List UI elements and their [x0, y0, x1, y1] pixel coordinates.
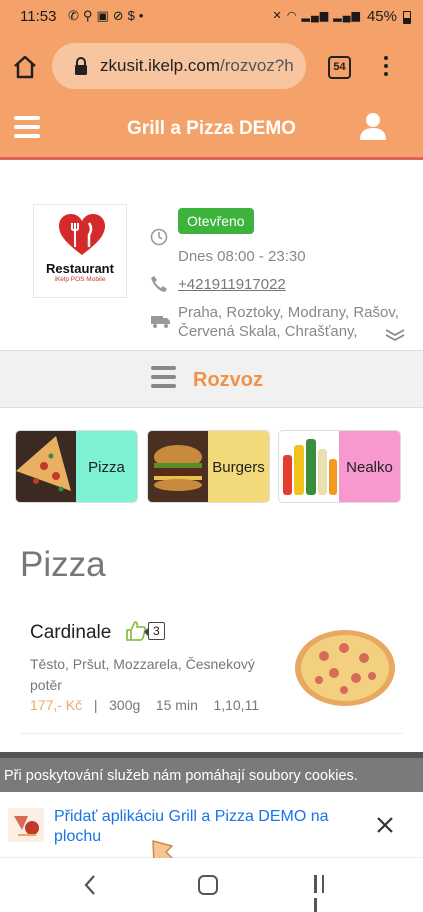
close-icon[interactable] [374, 814, 396, 836]
phone-icon [151, 276, 167, 292]
product-image[interactable] [294, 628, 396, 708]
heart-icon [59, 214, 105, 255]
system-navigation-bar [0, 858, 423, 912]
product-price: 177,- Kč [30, 697, 83, 713]
like-count: 3 [144, 622, 165, 640]
category-label-pizza: Pizza [76, 431, 137, 502]
cookie-notice[interactable]: Při poskytování služeb nám pomáhají soub… [0, 752, 423, 792]
category-bar[interactable]: Rozvoz [0, 350, 423, 408]
meta-separator: | [93, 697, 98, 713]
home-nav-icon[interactable] [198, 875, 218, 895]
product-weight: 300g [109, 697, 141, 713]
home-icon[interactable] [12, 54, 38, 80]
dot-icon: • [138, 8, 148, 23]
app-header: Grill a Pizza DEMO [0, 100, 423, 160]
drinks-category-image [279, 431, 339, 502]
back-icon[interactable] [82, 874, 98, 896]
phone-link[interactable]: +421911917022 [178, 275, 286, 294]
open-status-badge: Otevřeno [178, 208, 254, 234]
logo-subtitle: iKelp POS Mobile [54, 276, 106, 283]
battery-icon [403, 11, 411, 24]
status-time: 11:53 [20, 8, 57, 25]
url-bar[interactable]: zkusit.ikelp.com/rozvoz?h [52, 43, 306, 89]
whatsapp-icon: ✆ [68, 8, 83, 23]
pizza-category-image [16, 431, 76, 502]
add-to-home-banner[interactable]: Přidať aplikáciu Grill a Pizza DEMO na p… [0, 792, 423, 858]
chevron-double-down-icon[interactable] [384, 328, 406, 342]
category-menu-icon[interactable] [151, 366, 176, 388]
category-card-pizza[interactable]: Pizza [15, 430, 138, 503]
category-bar-label: Rozvoz [193, 369, 263, 391]
lock-icon [75, 57, 87, 75]
url-text[interactable]: zkusit.ikelp.com/rozvoz?h [100, 56, 300, 76]
signal-icon-1: ▂▄▆ [301, 10, 330, 22]
category-card-nealko[interactable]: Nealko [278, 430, 401, 503]
product-name[interactable]: Cardinale [30, 622, 111, 644]
notification-icons: ✆⚲▣⊘$• [68, 8, 147, 24]
battery-level: 45% [366, 8, 397, 25]
burgers-category-image [148, 431, 208, 502]
s-icon: $ [127, 8, 139, 23]
mute-icon: ✕ [272, 10, 283, 22]
section-title: Pizza [20, 545, 106, 584]
status-bar: 11:53 ✆⚲▣⊘$• ✕ ◠ ▂▄▆ ▂▄▆ 45% [0, 0, 423, 34]
logo-title: Restaurant [46, 261, 114, 276]
tab-switcher-button[interactable]: 54 [328, 56, 351, 79]
ai-icon: ▣ [96, 8, 113, 23]
product-time: 15 min [155, 697, 198, 713]
product-allergens: 1,10,11 [213, 697, 260, 713]
user-icon[interactable] [358, 111, 388, 141]
location-icon: ⚲ [82, 8, 97, 23]
recent-apps-icon[interactable] [314, 875, 336, 912]
category-label-nealko: Nealko [339, 431, 400, 502]
product-meta: 177,- Kč | 300g 15 min 1,10,11 [30, 697, 259, 713]
connectivity-icons: ✕ ◠ ▂▄▆ ▂▄▆ [273, 9, 361, 22]
divider [20, 733, 403, 734]
product-description: Těsto, Pršut, Mozzarela, Česnekový potěr [30, 656, 255, 693]
app-icon [8, 808, 44, 842]
wifi-icon: ◠ [286, 10, 298, 22]
delivery-areas: Praha, Roztoky, Modrany, Rašov, Červená … [178, 304, 399, 340]
browser-menu-icon[interactable] [382, 56, 390, 80]
clock-icon [150, 228, 168, 246]
url-path: /rozvoz?h [219, 56, 294, 75]
browser-toolbar: zkusit.ikelp.com/rozvoz?h 54 [0, 34, 423, 100]
signal-icon-2: ▂▄▆ [333, 10, 361, 22]
url-domain: zkusit.ikelp.com [100, 56, 220, 75]
restaurant-logo: Restaurant iKelp POS Mobile [33, 204, 127, 298]
phone-number[interactable]: +421911917022 [178, 276, 286, 293]
category-label-burgers: Burgers [208, 431, 269, 502]
block-icon: ⊘ [112, 8, 128, 23]
category-card-burgers[interactable]: Burgers [147, 430, 270, 503]
delivery-truck-icon [151, 316, 170, 328]
add-to-home-text[interactable]: Přidať aplikáciu Grill a Pizza DEMO na p… [54, 807, 354, 847]
opening-hours: Dnes 08:00 - 23:30 [178, 248, 306, 265]
